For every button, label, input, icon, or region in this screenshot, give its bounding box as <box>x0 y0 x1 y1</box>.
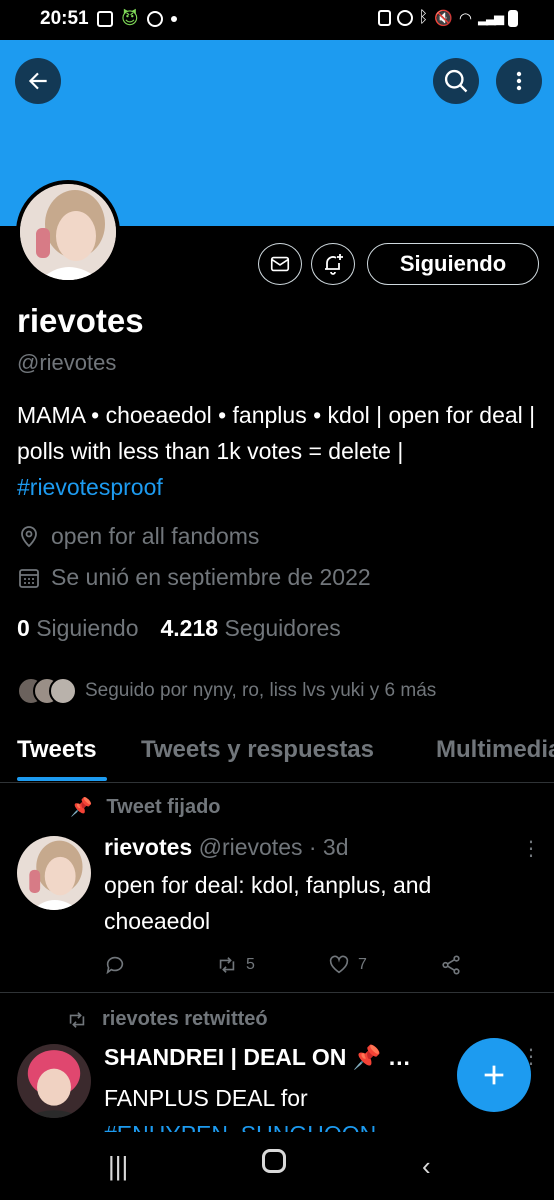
tweet-avatar[interactable] <box>17 1044 91 1118</box>
compose-tweet-button[interactable] <box>457 1038 531 1112</box>
following-label: Siguiendo <box>36 615 139 641</box>
profile-joined: Se unió en septiembre de 2022 <box>17 564 371 591</box>
bell-plus-icon <box>325 254 343 275</box>
tweet-hashtag-link[interactable]: #ENHYPEN_SUNGHOON <box>104 1116 524 1132</box>
search-button[interactable] <box>433 58 479 104</box>
tab-media[interactable]: Multimedia <box>436 736 554 764</box>
devil-emoji-icon: 😈 <box>121 9 139 28</box>
bluetooth-icon: ᛒ <box>418 9 429 26</box>
share-button[interactable] <box>440 954 462 976</box>
followers-count: 4.218 <box>160 615 219 641</box>
pinned-text: Tweet fijado <box>106 796 221 818</box>
followers-stat[interactable]: 4.218 Seguidores <box>161 615 341 642</box>
profile-handle: @rievotes <box>17 350 117 375</box>
recent-apps-icon[interactable]: ||| <box>108 1151 128 1182</box>
active-tab-indicator <box>17 777 107 781</box>
followed-by-text: Seguido por nyny, ro, liss lvs yuki y 6 … <box>85 680 437 701</box>
reply-icon <box>106 956 124 975</box>
profile-avatar[interactable] <box>16 180 120 284</box>
pinned-label: 📌 Tweet fijado <box>70 796 221 819</box>
message-button[interactable] <box>258 243 302 285</box>
search-icon <box>444 69 468 93</box>
retweet-button[interactable]: 5 <box>216 954 255 976</box>
profile-location: open for all fandoms <box>17 523 259 550</box>
signal-icon: ▂▃▅ <box>478 10 504 25</box>
gallery-icon <box>97 11 113 27</box>
following-button[interactable]: Siguiendo <box>367 243 539 285</box>
system-navigation-bar: ||| ‹ <box>0 1133 554 1200</box>
tweet-actions: 5 7 <box>104 954 484 978</box>
profile-tabs: Tweets Tweets y respuestas Multimedia <box>0 725 554 783</box>
retweet-label: rievotes retwitteó <box>66 1008 268 1031</box>
plus-icon <box>484 1065 504 1085</box>
status-bar: 20:51 😈 ᛒ 🔇 ◠ ▂▃▅ <box>0 0 554 40</box>
tweet-meta: @rievotes · 3d <box>198 834 349 860</box>
bio-hashtag-link[interactable]: #rievotesproof <box>17 474 163 500</box>
location-text: open for all fandoms <box>51 523 260 549</box>
following-stat[interactable]: 0 Siguiendo <box>17 615 139 642</box>
alarm-icon <box>396 10 413 26</box>
tweet-author-name[interactable]: rievotes <box>104 834 192 860</box>
mail-icon <box>270 256 290 272</box>
calendar-icon <box>19 568 39 588</box>
profile-stats: 0 Siguiendo 4.218 Seguidores <box>17 615 341 642</box>
wifi-icon: ◠ <box>458 10 472 27</box>
tab-tweets[interactable]: Tweets <box>17 736 97 764</box>
heart-icon <box>329 955 349 974</box>
following-count: 0 <box>17 615 30 641</box>
tweet-header: SHANDREI | DEAL ON 📌 … <box>104 1044 411 1071</box>
retweet-icon <box>69 1011 85 1028</box>
followed-by[interactable]: Seguido por nyny, ro, liss lvs yuki y 6 … <box>17 677 436 705</box>
status-time: 20:51 <box>40 8 89 29</box>
tweet-more-icon[interactable]: ⋮ <box>521 836 541 861</box>
lock-icon <box>377 10 391 26</box>
pinterest-icon <box>146 11 163 27</box>
back-button[interactable] <box>15 58 61 104</box>
avatar-photo <box>17 836 91 910</box>
reply-button[interactable] <box>104 954 126 976</box>
retweet-context-text: rievotes retwitteó <box>102 1008 268 1030</box>
share-icon <box>442 955 460 975</box>
avatar-photo <box>20 184 116 280</box>
follower-avatar <box>49 677 77 705</box>
pin-icon: 📌 <box>70 797 93 817</box>
joined-text: Se unió en septiembre de 2022 <box>51 564 371 590</box>
back-nav-icon[interactable]: ‹ <box>422 1151 431 1182</box>
notifications-button[interactable] <box>311 243 355 285</box>
profile-name: rievotes <box>17 302 144 339</box>
retweet-count: 5 <box>246 956 255 973</box>
more-vertical-icon <box>516 71 522 91</box>
avatar-photo <box>17 1044 91 1118</box>
home-icon[interactable] <box>262 1149 286 1180</box>
notification-dot-icon <box>170 16 177 22</box>
mute-icon: 🔇 <box>434 10 453 27</box>
like-count: 7 <box>358 956 367 973</box>
tweet-divider <box>0 992 554 993</box>
arrow-left-icon <box>28 72 47 90</box>
tweet-avatar[interactable] <box>17 836 91 910</box>
like-button[interactable]: 7 <box>328 954 367 976</box>
profile-bio: MAMA • choeaedol • fanplus • kdol | open… <box>17 397 542 505</box>
battery-icon <box>508 9 518 27</box>
retweet-icon <box>219 957 235 973</box>
tweet-text: open for deal: kdol, fanplus, and choeae… <box>104 872 432 934</box>
tweet-author-name[interactable]: SHANDREI | DEAL ON 📌 … <box>104 1044 411 1070</box>
more-options-button[interactable] <box>496 58 542 104</box>
location-pin-icon <box>21 525 37 547</box>
bio-text: MAMA • choeaedol • fanplus • kdol | open… <box>17 402 536 464</box>
tweet-header: rievotes @rievotes · 3d <box>104 834 349 861</box>
tab-tweets-and-replies[interactable]: Tweets y respuestas <box>141 736 374 764</box>
followers-label: Seguidores <box>224 615 341 641</box>
